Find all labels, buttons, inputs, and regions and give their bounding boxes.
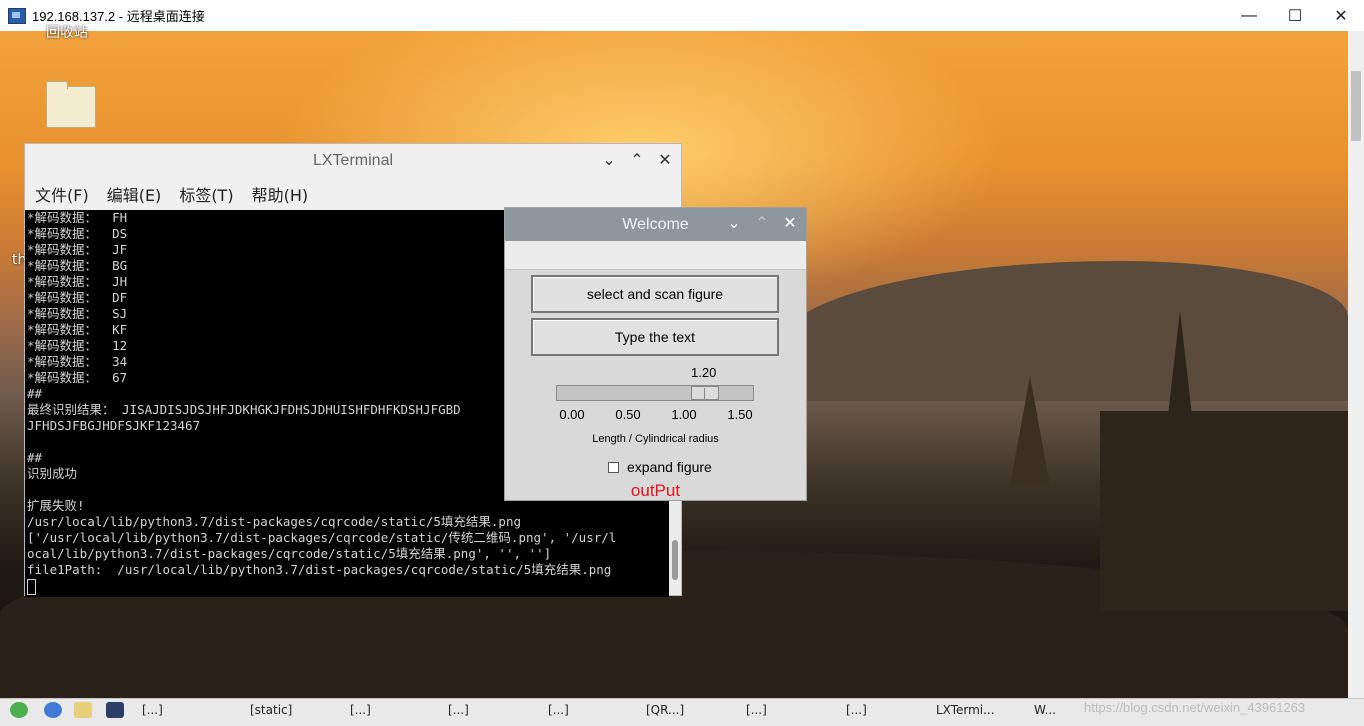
taskbar-item[interactable]: [...]: [548, 703, 640, 721]
checkbox-box[interactable]: [608, 461, 619, 473]
folder-icon[interactable]: [46, 81, 96, 128]
remote-desktop-icon: [8, 7, 26, 24]
raspberry-menu-icon[interactable]: [10, 702, 28, 718]
terminal-cursor-line: [27, 578, 669, 595]
slider-handle[interactable]: [691, 386, 719, 400]
close-icon[interactable]: ✕: [780, 214, 800, 234]
taskbar-item[interactable]: LXTermi...: [936, 703, 1028, 721]
welcome-titlebar[interactable]: Welcome ⌄ ⌃ ✕: [505, 208, 806, 241]
taskbar-item[interactable]: [...]: [142, 703, 234, 721]
trash-label: 回收站: [46, 25, 88, 41]
taskbar-item[interactable]: [...]: [448, 703, 540, 721]
slider-tick: 1.50: [727, 407, 753, 422]
terminal-launcher-icon[interactable]: [106, 702, 124, 718]
expand-figure-checkbox[interactable]: expand figure: [608, 459, 712, 475]
menu-file[interactable]: 文件(F): [35, 182, 89, 206]
slider-tick: 1.00: [671, 407, 697, 422]
taskbar-item[interactable]: [...]: [350, 703, 442, 721]
chevron-up-icon[interactable]: ⌃: [627, 151, 647, 171]
terminal-line: file1Path: /usr/local/lib/python3.7/dist…: [27, 562, 612, 577]
watermark: https://blog.csdn.net/weixin_43961263: [1084, 700, 1306, 715]
file-manager-icon[interactable]: [74, 702, 92, 718]
scrollbar-thumb[interactable]: [1351, 71, 1361, 141]
slider-tick: 0.00: [559, 407, 585, 422]
minimize-button[interactable]: —: [1226, 0, 1272, 31]
chevron-down-icon[interactable]: ⌄: [724, 214, 744, 234]
slider-tick: 0.50: [615, 407, 641, 422]
taskbar-item[interactable]: [QR...]: [646, 703, 738, 721]
output-label: outPut: [630, 481, 681, 500]
taskbar-item[interactable]: [...]: [846, 703, 938, 721]
menu-tabs[interactable]: 标签(T): [179, 182, 233, 206]
type-text-button[interactable]: Type the text: [531, 318, 779, 356]
desktop-scrollbar[interactable]: [1348, 31, 1364, 698]
terminal-line: ['/usr/local/lib/python3.7/dist-packages…: [27, 530, 617, 545]
maximize-button[interactable]: ☐: [1272, 0, 1318, 31]
terminal-line: /usr/local/lib/python3.7/dist-packages/c…: [27, 514, 522, 529]
close-icon[interactable]: ✕: [655, 151, 675, 171]
welcome-window: Welcome ⌄ ⌃ ✕ select and scan figure Typ…: [504, 207, 807, 501]
terminal-menubar: 文件(F) 编辑(E) 标签(T) 帮助(H): [25, 178, 681, 210]
terminal-cursor: [27, 578, 36, 595]
length-slider[interactable]: [556, 385, 754, 401]
slider-value: 1.20: [691, 365, 717, 380]
checkbox-label: expand figure: [627, 459, 712, 475]
terminal-line: ocal/lib/python3.7/dist-packages/cqrcode…: [27, 546, 552, 561]
close-button[interactable]: ✕: [1318, 0, 1364, 31]
welcome-top-band: [505, 241, 806, 270]
taskbar-item[interactable]: [...]: [746, 703, 838, 721]
taskbar-item[interactable]: [static]: [250, 703, 342, 721]
terminal-scrollbar-thumb[interactable]: [672, 540, 678, 580]
chevron-down-icon[interactable]: ⌄: [599, 151, 619, 171]
chevron-up-icon[interactable]: ⌃: [752, 214, 772, 234]
menu-edit[interactable]: 编辑(E): [107, 182, 162, 206]
browser-icon[interactable]: [44, 702, 62, 718]
terminal-title: LXTerminal: [312, 152, 394, 169]
select-scan-button[interactable]: select and scan figure: [531, 275, 779, 313]
menu-help[interactable]: 帮助(H): [252, 182, 309, 206]
terminal-titlebar[interactable]: LXTerminal ⌄ ⌃ ✕: [25, 144, 681, 178]
slider-label: Length / Cylindrical radius: [592, 433, 719, 445]
rdp-titlebar: 192.168.137.2 - 远程桌面连接 — ☐ ✕: [0, 0, 1364, 31]
